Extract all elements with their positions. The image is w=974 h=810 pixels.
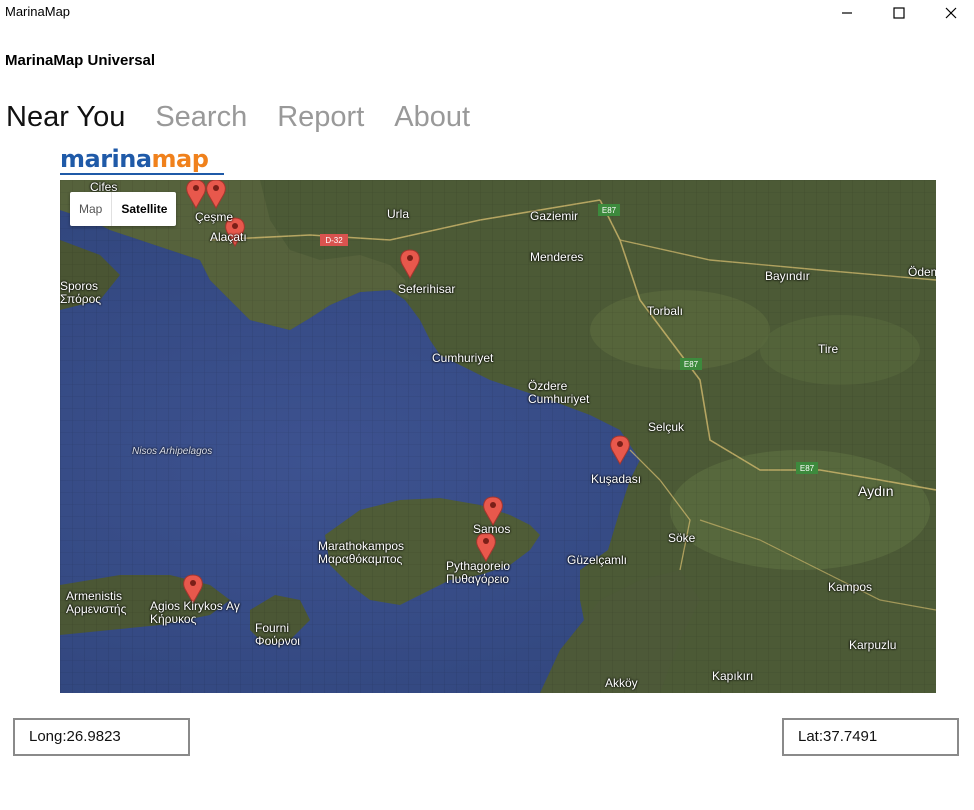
place-label: Cumhuriyet bbox=[432, 351, 494, 365]
map-type-satellite-button[interactable]: Satellite bbox=[111, 192, 176, 226]
close-button[interactable] bbox=[928, 0, 974, 26]
place-label: Ödemiş bbox=[908, 265, 936, 279]
place-label: Tire bbox=[818, 342, 839, 356]
app-title: MarinaMap Universal bbox=[5, 52, 156, 69]
latitude-field: Lat:37.7491 bbox=[782, 718, 959, 756]
place-label: Agios Kirykos Αγ Κήρυκος bbox=[150, 599, 240, 626]
window-title: MarinaMap bbox=[5, 4, 71, 19]
pivot-tabs: Near You Search Report About bbox=[6, 101, 500, 134]
map-type-map-button[interactable]: Map bbox=[70, 192, 111, 226]
maximize-icon bbox=[893, 7, 905, 19]
sea-label: Nisos Arhipelagos bbox=[132, 446, 213, 457]
place-label: Torbalı bbox=[647, 304, 684, 318]
place-label: Karpuzlu bbox=[849, 638, 897, 652]
tab-report[interactable]: Report bbox=[277, 101, 364, 134]
tab-near-you[interactable]: Near You bbox=[6, 101, 125, 134]
map-type-toggle: Map Satellite bbox=[70, 192, 177, 226]
road-label: E87 bbox=[684, 360, 699, 369]
road-label: E87 bbox=[800, 464, 815, 473]
place-label: Samos bbox=[473, 522, 511, 536]
place-label: Urla bbox=[387, 207, 410, 221]
place-label: Kampos bbox=[828, 580, 873, 594]
road-label: E87 bbox=[602, 206, 617, 215]
place-label: Kapıkırı bbox=[712, 669, 754, 683]
place-label: Fourni Φούρνοι bbox=[255, 621, 300, 648]
tab-search[interactable]: Search bbox=[155, 101, 247, 134]
maximize-button[interactable] bbox=[876, 0, 922, 26]
place-label: Menderes bbox=[530, 250, 584, 264]
title-bar: MarinaMap bbox=[0, 0, 974, 26]
road-label: D-32 bbox=[325, 236, 343, 245]
place-label: Alaçatı bbox=[210, 230, 247, 244]
place-label: Güzelçamlı bbox=[567, 553, 628, 567]
satellite-map[interactable]: E87 E87 E87 D-32 Cifes Çeşme Alaçatı Url… bbox=[60, 180, 936, 693]
tab-about[interactable]: About bbox=[394, 101, 470, 134]
minimize-button[interactable] bbox=[824, 0, 870, 26]
logo-text-marina: marina bbox=[60, 145, 152, 173]
marinamap-logo: marinamap bbox=[60, 145, 224, 175]
place-label: Çeşme bbox=[195, 210, 234, 224]
place-label: Armenistis Αρμενιστής bbox=[66, 589, 127, 616]
logo-text-map: map bbox=[151, 145, 209, 173]
longitude-field: Long:26.9823 bbox=[13, 718, 190, 756]
place-label: Seferihisar bbox=[398, 282, 456, 296]
place-label: Sporos Σπόρος bbox=[60, 279, 102, 306]
logo-underline bbox=[60, 173, 224, 175]
place-label: Söke bbox=[668, 531, 696, 545]
minimize-icon bbox=[842, 12, 852, 14]
close-icon bbox=[945, 7, 957, 19]
place-label: Bayındır bbox=[765, 269, 810, 283]
place-label: Özdere Cumhuriyet bbox=[528, 379, 590, 406]
place-label: Selçuk bbox=[648, 420, 685, 434]
place-label: Kuşadası bbox=[591, 472, 642, 486]
place-label: Aydın bbox=[858, 483, 894, 499]
place-label: Gaziemir bbox=[530, 209, 579, 223]
place-label: Akköy bbox=[605, 676, 638, 690]
place-label: Pythagoreio Πυθαγόρειο bbox=[446, 559, 511, 586]
place-label: Marathokampos Μαραθόκαμπος bbox=[318, 539, 405, 566]
